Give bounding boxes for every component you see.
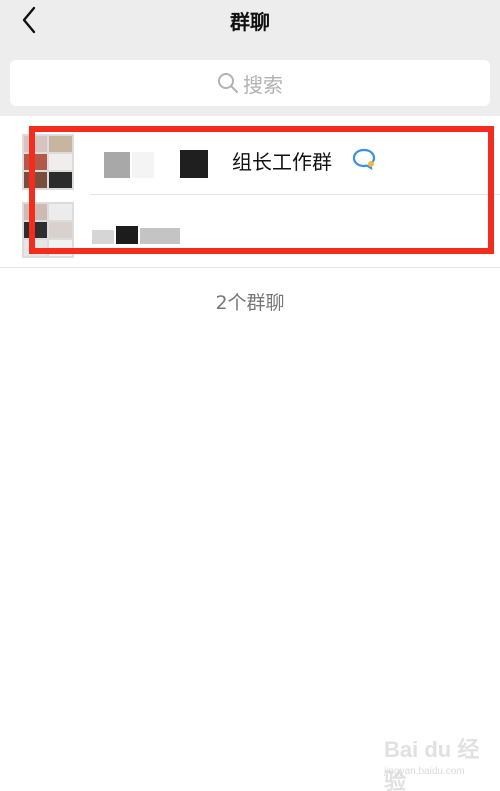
list-item[interactable]	[0, 196, 500, 264]
redacted-name-part	[104, 152, 130, 178]
search-input[interactable]: 搜索	[10, 60, 490, 106]
top-bar: 群聊 搜索	[0, 0, 500, 116]
avatar	[22, 134, 74, 190]
chat-bubble-icon	[352, 148, 376, 170]
redacted-name-part	[132, 152, 154, 178]
page-title: 群聊	[230, 10, 270, 34]
redacted-name-part	[140, 228, 180, 244]
row-divider	[90, 194, 500, 195]
group-list: 组长工作群	[0, 124, 500, 268]
watermark-brand: Bai du 经验	[384, 737, 480, 791]
watermark: Bai du 经验 jingyan.baidu.com	[384, 732, 490, 791]
watermark-url: jingyan.baidu.com	[384, 766, 465, 777]
search-icon	[218, 73, 238, 93]
redacted-name-part	[92, 230, 114, 244]
list-item[interactable]: 组长工作群	[0, 128, 500, 196]
avatar	[22, 202, 74, 258]
group-name: 组长工作群	[232, 150, 332, 174]
search-placeholder: 搜索	[243, 72, 283, 97]
group-count: 2个群聊	[215, 292, 285, 314]
redacted-name-part	[180, 150, 208, 178]
redacted-name-part	[116, 226, 138, 244]
